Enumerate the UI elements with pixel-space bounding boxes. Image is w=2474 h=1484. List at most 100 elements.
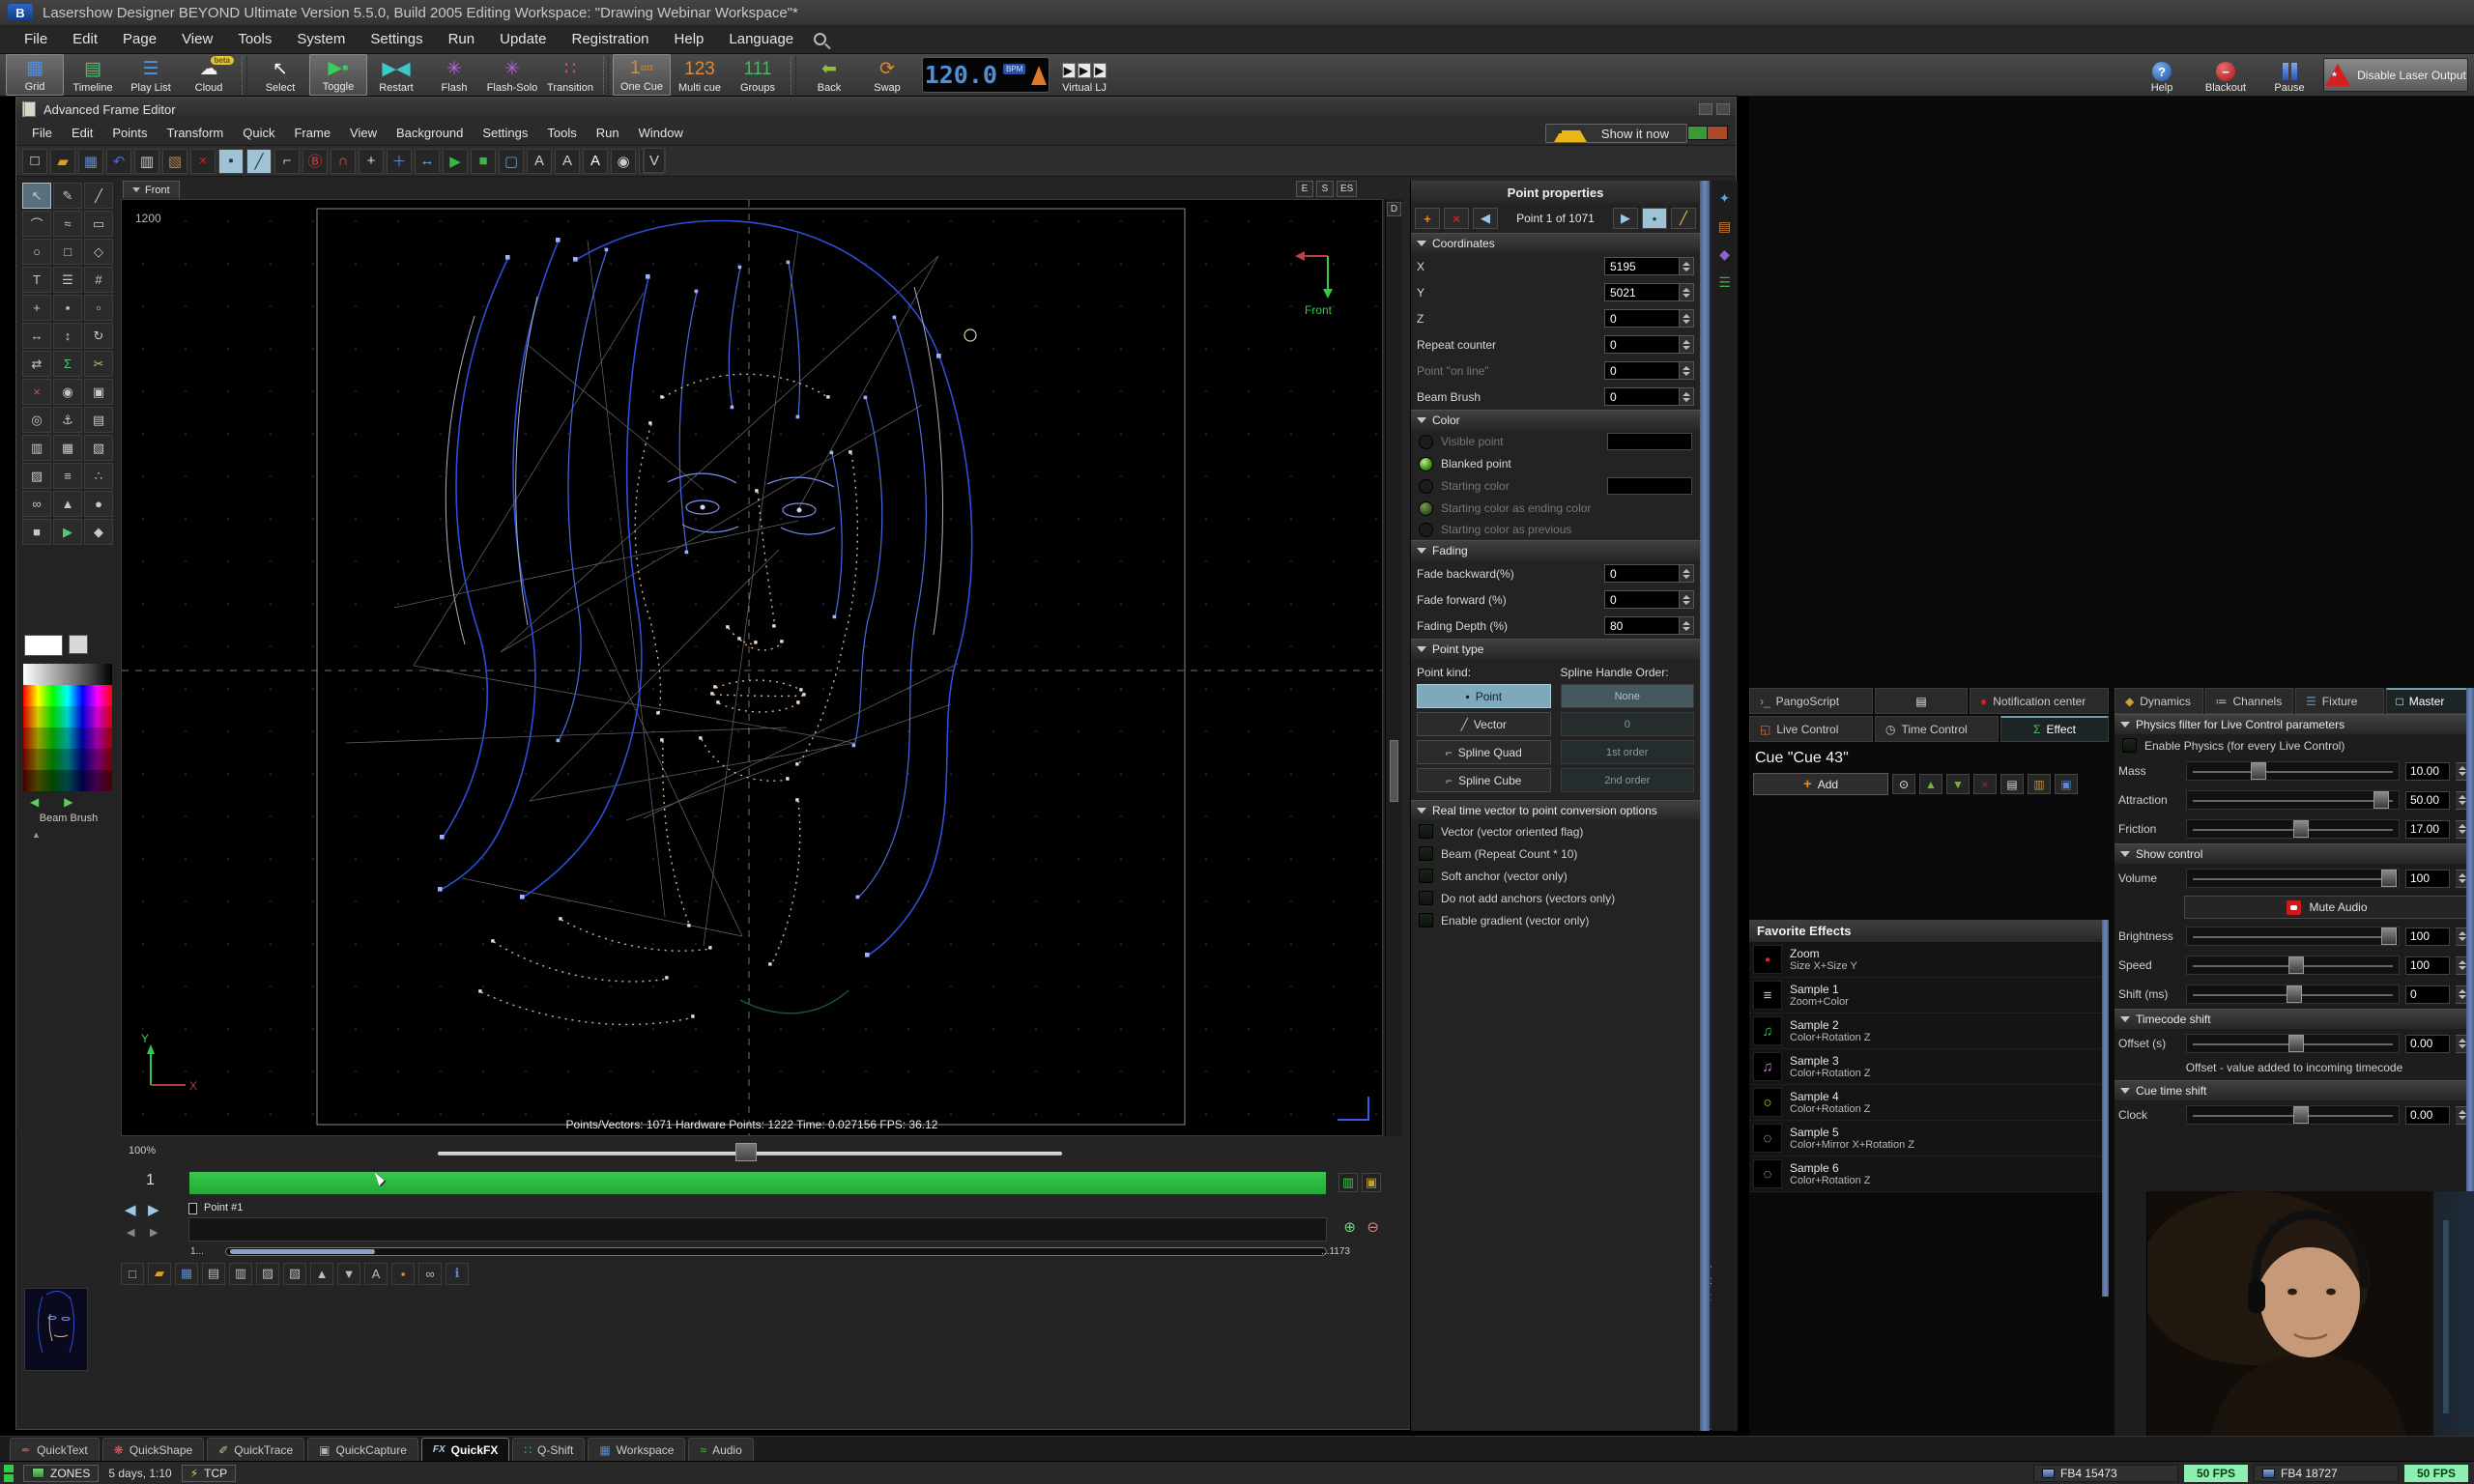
move-points-icon[interactable]: +: [359, 149, 384, 174]
bpm-display[interactable]: 120.0 BPM: [922, 57, 1050, 93]
menu-file[interactable]: File: [14, 27, 58, 51]
tool-text[interactable]: T: [22, 267, 51, 293]
afe-menu-edit[interactable]: Edit: [62, 123, 102, 143]
order-none-button[interactable]: None: [1561, 684, 1695, 708]
tool-point[interactable]: ▪: [53, 295, 82, 321]
tool-mesh[interactable]: ▦: [53, 435, 82, 461]
line-view-button[interactable]: ╱: [1671, 208, 1696, 229]
next-track-button[interactable]: ▶: [148, 1201, 159, 1218]
tool-wave[interactable]: ≈: [53, 211, 82, 237]
v-dropdown-button[interactable]: V: [643, 149, 666, 172]
z-spinner[interactable]: [1680, 309, 1694, 328]
blanked-point-option[interactable]: Blanked point: [1411, 453, 1700, 474]
x-field[interactable]: 5195: [1604, 257, 1680, 275]
y-spinner[interactable]: [1680, 283, 1694, 301]
favorite-effect-item[interactable]: ○Sample 4Color+Rotation Z: [1749, 1085, 2107, 1121]
text-x-icon[interactable]: A: [527, 149, 552, 174]
lock-icon[interactable]: ▪: [391, 1263, 415, 1285]
tool-blank-point[interactable]: ▫: [84, 295, 113, 321]
tab-pangoscript[interactable]: ›_PangoScript: [1749, 688, 1873, 714]
tool-delete[interactable]: ×: [22, 379, 51, 405]
tool-play[interactable]: ▶: [53, 519, 82, 545]
afe-menu-transform[interactable]: Transform: [158, 123, 234, 143]
afe-menu-view[interactable]: View: [340, 123, 387, 143]
tool-swap[interactable]: ⇄: [22, 351, 51, 377]
tab-master[interactable]: □Master: [2386, 688, 2474, 714]
effects-tab-icon[interactable]: ◆: [1715, 246, 1734, 265]
speed-value[interactable]: 100: [2405, 956, 2450, 975]
kind-spline-cube-button[interactable]: ⌐Spline Cube: [1417, 768, 1551, 792]
tool-cut[interactable]: ✂: [84, 351, 113, 377]
tool-cols[interactable]: ▥: [22, 435, 51, 461]
tool-line[interactable]: ╱: [84, 183, 113, 209]
offset-slider[interactable]: [2186, 1034, 2400, 1053]
order-first-button[interactable]: 1st order: [1561, 740, 1695, 764]
order-zero-button[interactable]: 0: [1561, 712, 1695, 736]
effect-save-icon[interactable]: ▣: [2055, 774, 2078, 794]
tool-hlines[interactable]: ☰: [53, 267, 82, 293]
effect-down-icon[interactable]: ▼: [1946, 774, 1970, 794]
search-icon[interactable]: [814, 33, 826, 45]
line-mode-icon[interactable]: ╱: [246, 149, 272, 174]
effect-open-icon[interactable]: ▥: [2028, 774, 2051, 794]
virtual-lj-button[interactable]: ▶▶▶ Virtual LJ: [1055, 54, 1113, 96]
multi-cue-button[interactable]: 123Multi cue: [671, 54, 729, 96]
tool-grid[interactable]: #: [84, 267, 113, 293]
bspline-icon[interactable]: Ⓑ: [302, 149, 328, 174]
swap-button[interactable]: ⟳Swap: [858, 54, 916, 96]
clipboard-tab-icon[interactable]: ▤: [1715, 218, 1734, 237]
clock-slider[interactable]: [2186, 1105, 2400, 1125]
show-control-header[interactable]: Show control: [2114, 843, 2474, 864]
tab-effect[interactable]: ΣEffect: [2000, 716, 2109, 742]
tool-target[interactable]: ◉: [53, 379, 82, 405]
fade-backward-field[interactable]: 0: [1604, 564, 1680, 583]
beam-brush-field[interactable]: 0: [1604, 387, 1680, 406]
no-anchors-option[interactable]: Do not add anchors (vectors only): [1411, 887, 1700, 909]
menu-view[interactable]: View: [171, 27, 223, 51]
grid-add-icon[interactable]: ▥: [229, 1263, 252, 1285]
add-point-icon[interactable]: ＋: [387, 149, 412, 174]
attraction-slider[interactable]: [2186, 790, 2400, 810]
repeat-counter-field[interactable]: 0: [1604, 335, 1680, 354]
favorite-effect-item[interactable]: ◌Sample 5Color+Mirror X+Rotation Z: [1749, 1121, 2107, 1156]
shift-slider[interactable]: [2186, 985, 2400, 1004]
fading-depth-field[interactable]: 80: [1604, 616, 1680, 635]
pause-button[interactable]: Pause: [2258, 54, 2321, 96]
text-lock-icon[interactable]: A: [555, 149, 580, 174]
afe-menu-points[interactable]: Points: [102, 123, 157, 143]
tool-dot[interactable]: ●: [84, 491, 113, 517]
frame-canvas[interactable]: 1200: [121, 199, 1383, 1136]
magnet-icon[interactable]: ∩: [331, 149, 356, 174]
realtime-header[interactable]: Real time vector to point conversion opt…: [1411, 800, 1700, 820]
point-mode-icon[interactable]: ▪: [218, 149, 244, 174]
secondary-color-swatch[interactable]: [69, 635, 88, 654]
timeline-button[interactable]: ▤Timeline: [64, 54, 122, 96]
favorites-scrollbar[interactable]: [2102, 920, 2109, 1297]
volume-slider[interactable]: [2186, 869, 2400, 888]
tab-quickfx[interactable]: FXQuickFX: [421, 1438, 509, 1461]
tool-pen[interactable]: ✎: [53, 183, 82, 209]
disable-laser-output-button[interactable]: * Disable Laser Output: [2323, 58, 2468, 92]
tool-square[interactable]: □: [53, 239, 82, 265]
flash-solo-button[interactable]: ✳Flash-Solo: [483, 54, 541, 96]
back-button[interactable]: ⬅Back: [800, 54, 858, 96]
spread-icon[interactable]: ↔: [415, 149, 440, 174]
monitor-icon[interactable]: ▢: [499, 149, 524, 174]
es-button[interactable]: ES: [1337, 181, 1357, 197]
favorite-effect-item[interactable]: ▪ZoomSize X+Size Y: [1749, 942, 2107, 978]
tab-quicktext[interactable]: ✒QuickText: [10, 1438, 100, 1461]
tool-layers[interactable]: ≡: [53, 463, 82, 489]
letter-icon[interactable]: A: [364, 1263, 388, 1285]
enable-physics-option[interactable]: Enable Physics (for every Live Control): [2114, 734, 2474, 756]
afe-menu-background[interactable]: Background: [387, 123, 473, 143]
tool-solid[interactable]: ■: [22, 519, 51, 545]
playlist-button[interactable]: ☰Play List: [122, 54, 180, 96]
delete-point-button[interactable]: ×: [1444, 208, 1469, 229]
starting-as-ending-option[interactable]: Starting color as ending color: [1411, 498, 1700, 519]
save-icon[interactable]: ▦: [78, 149, 103, 174]
show-it-now-button[interactable]: Show it now: [1545, 124, 1687, 143]
afe-titlebar[interactable]: Advanced Frame Editor: [16, 98, 1736, 121]
tab-live-control[interactable]: ◱Live Control: [1749, 716, 1873, 742]
frame-thumbnail[interactable]: [24, 1288, 88, 1371]
toggle-button[interactable]: ▶▪Toggle: [309, 54, 367, 96]
